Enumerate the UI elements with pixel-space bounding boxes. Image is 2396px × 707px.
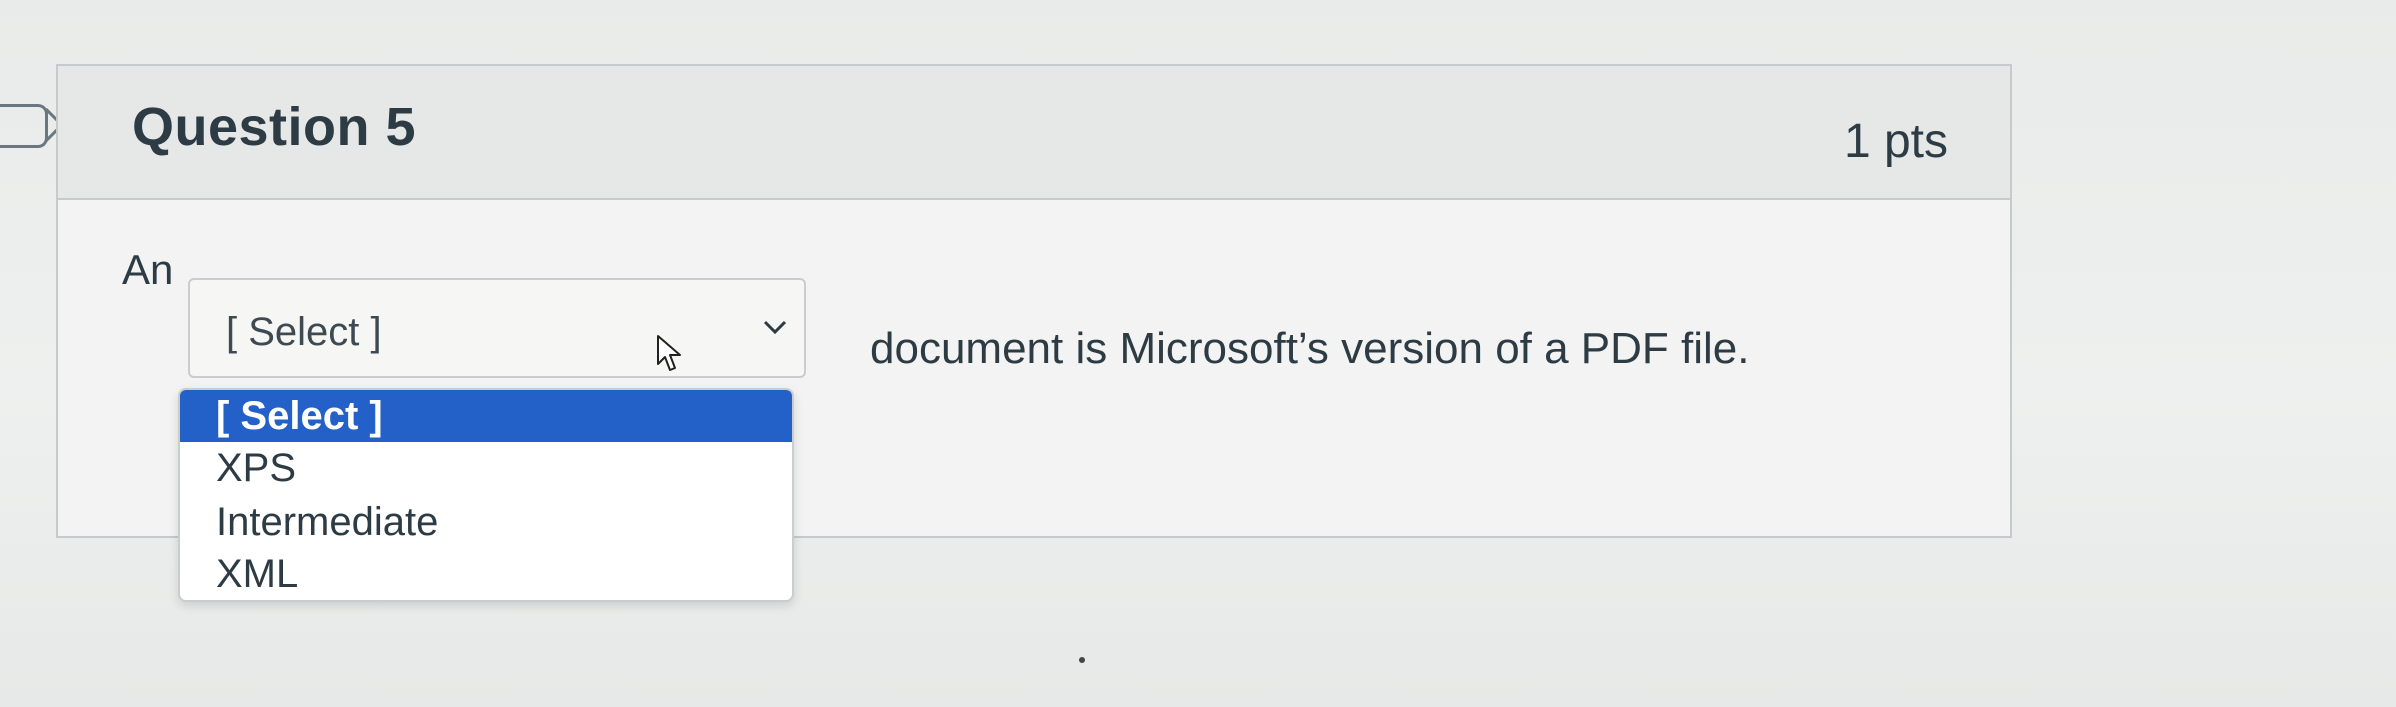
chevron-down-icon[interactable] [762,306,788,345]
select-dropdown-list[interactable]: [ Select ] XPS Intermediate XML [178,388,794,602]
question-points: 1 pts [1843,115,1948,168]
dust-dot [1079,657,1085,663]
mouse-pointer-icon [657,335,681,371]
question-suffix-text: document is Microsoft’s version of a PDF… [870,324,1750,373]
answer-select[interactable]: [ Select ] [188,278,806,378]
chevron-down-svg [763,320,787,335]
dropdown-option[interactable]: XML [180,548,792,600]
bookmark-flag-icon[interactable] [0,104,48,148]
question-header: Question 5 1 pts [58,66,2010,200]
question-prefix-text: An [122,246,174,293]
select-current-value: [ Select ] [226,310,382,354]
dropdown-option[interactable]: [ Select ] [180,390,792,442]
question-title: Question 5 [132,97,417,157]
dropdown-option[interactable]: Intermediate [180,496,792,548]
dropdown-option[interactable]: XPS [180,442,792,494]
